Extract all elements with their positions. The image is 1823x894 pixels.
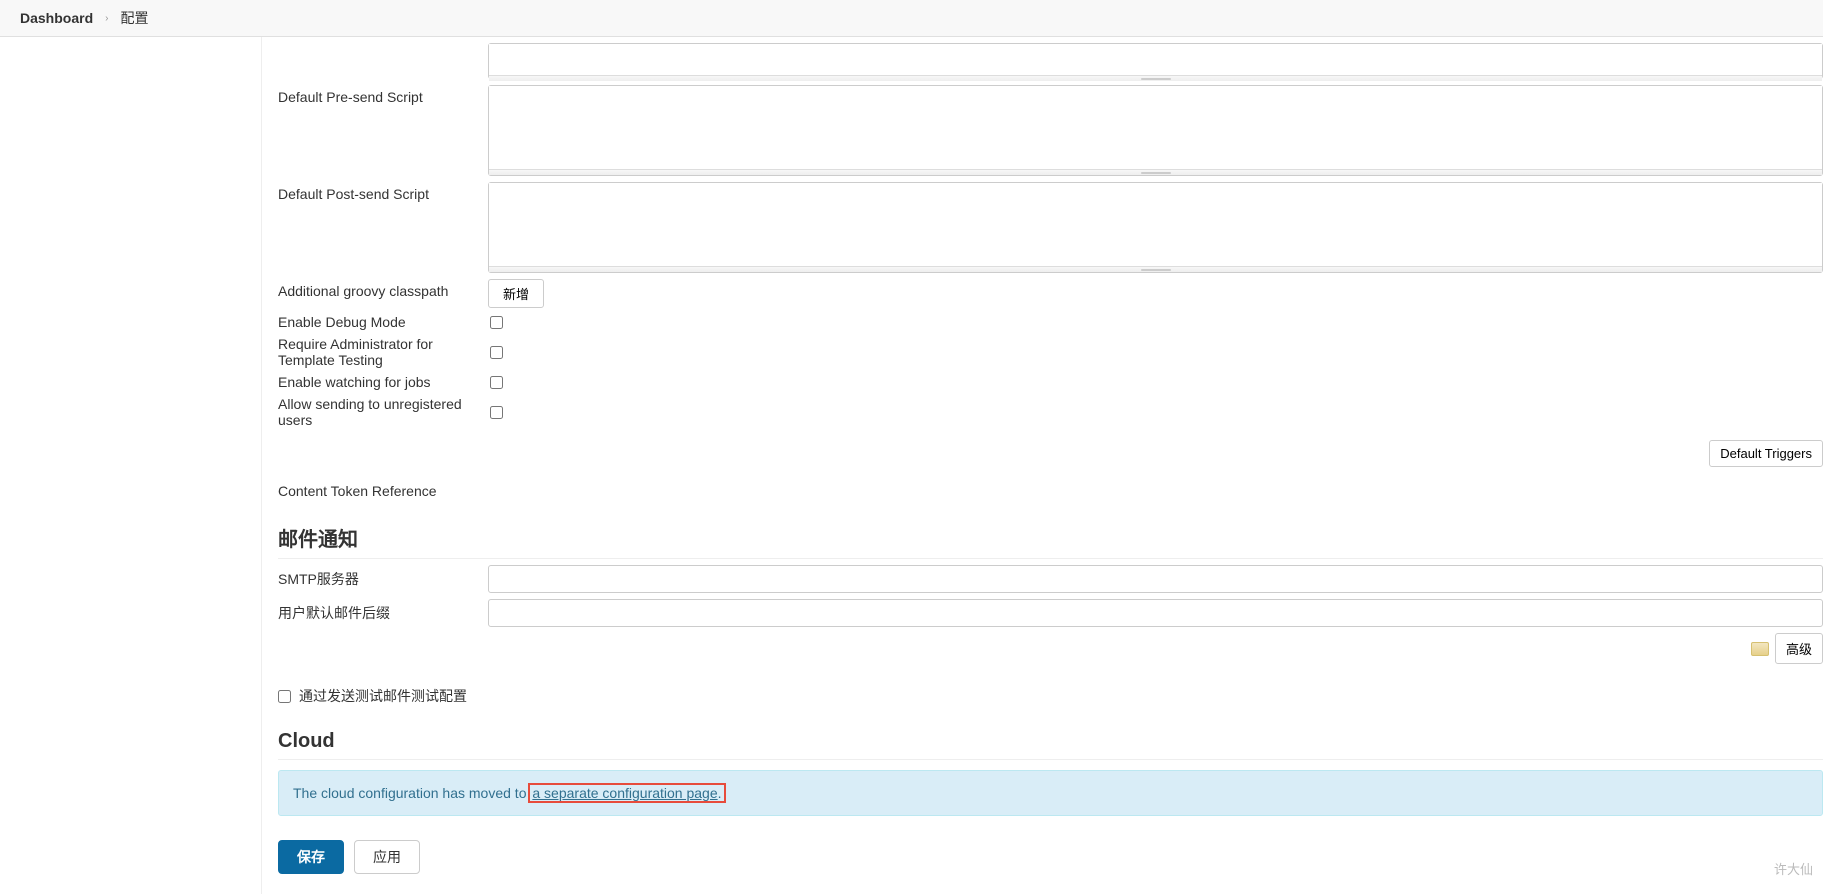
cloud-msg-suffix: .	[718, 785, 722, 801]
sidebar	[0, 37, 262, 894]
groovy-classpath-label: Additional groovy classpath	[278, 279, 488, 299]
cloud-info: The cloud configuration has moved to a s…	[278, 770, 1823, 816]
apply-button[interactable]: 应用	[354, 840, 420, 874]
book-icon	[1751, 642, 1769, 656]
post-send-script-input[interactable]	[489, 183, 1822, 263]
pre-send-script-input[interactable]	[489, 86, 1822, 166]
test-mail-checkbox[interactable]	[278, 690, 291, 703]
save-button[interactable]: 保存	[278, 840, 344, 874]
suffix-label: 用户默认邮件后缀	[278, 599, 488, 623]
suffix-input[interactable]	[488, 599, 1823, 627]
mail-section-heading: 邮件通知	[278, 523, 1823, 559]
chevron-right-icon: ›	[105, 13, 108, 24]
test-mail-label: 通过发送测试邮件测试配置	[299, 686, 467, 706]
require-admin-label: Require Administrator for Template Testi…	[278, 336, 488, 368]
prev-textarea[interactable]	[489, 44, 1822, 72]
pre-send-label: Default Pre-send Script	[278, 85, 488, 105]
advanced-button[interactable]: 高级	[1775, 633, 1823, 664]
cloud-msg-prefix: The cloud configuration has moved to	[293, 785, 530, 801]
breadcrumb: Dashboard › 配置	[0, 0, 1823, 37]
breadcrumb-current: 配置	[120, 8, 148, 28]
cloud-config-link[interactable]: a separate configuration page	[532, 785, 717, 801]
breadcrumb-root[interactable]: Dashboard	[20, 10, 93, 26]
require-admin-checkbox[interactable]	[490, 346, 503, 359]
smtp-label: SMTP服务器	[278, 565, 488, 589]
highlight-annotation: a separate configuration page.	[528, 783, 725, 803]
resize-handle[interactable]	[489, 266, 1822, 272]
content-token-label: Content Token Reference	[278, 483, 1823, 499]
smtp-input[interactable]	[488, 565, 1823, 593]
post-send-label: Default Post-send Script	[278, 182, 488, 202]
add-groovy-button[interactable]: 新增	[488, 279, 544, 308]
debug-mode-checkbox[interactable]	[490, 316, 503, 329]
resize-handle[interactable]	[489, 75, 1822, 81]
watch-jobs-label: Enable watching for jobs	[278, 374, 488, 390]
watermark: 许大仙	[1774, 859, 1813, 878]
watch-jobs-checkbox[interactable]	[490, 376, 503, 389]
debug-mode-label: Enable Debug Mode	[278, 314, 488, 330]
resize-handle[interactable]	[489, 169, 1822, 175]
config-form: Default Pre-send Script Default Post-sen…	[262, 37, 1823, 894]
cloud-section-heading: Cloud	[278, 730, 1823, 760]
allow-unreg-label: Allow sending to unregistered users	[278, 396, 488, 428]
default-triggers-button[interactable]: Default Triggers	[1709, 440, 1823, 467]
allow-unreg-checkbox[interactable]	[490, 406, 503, 419]
